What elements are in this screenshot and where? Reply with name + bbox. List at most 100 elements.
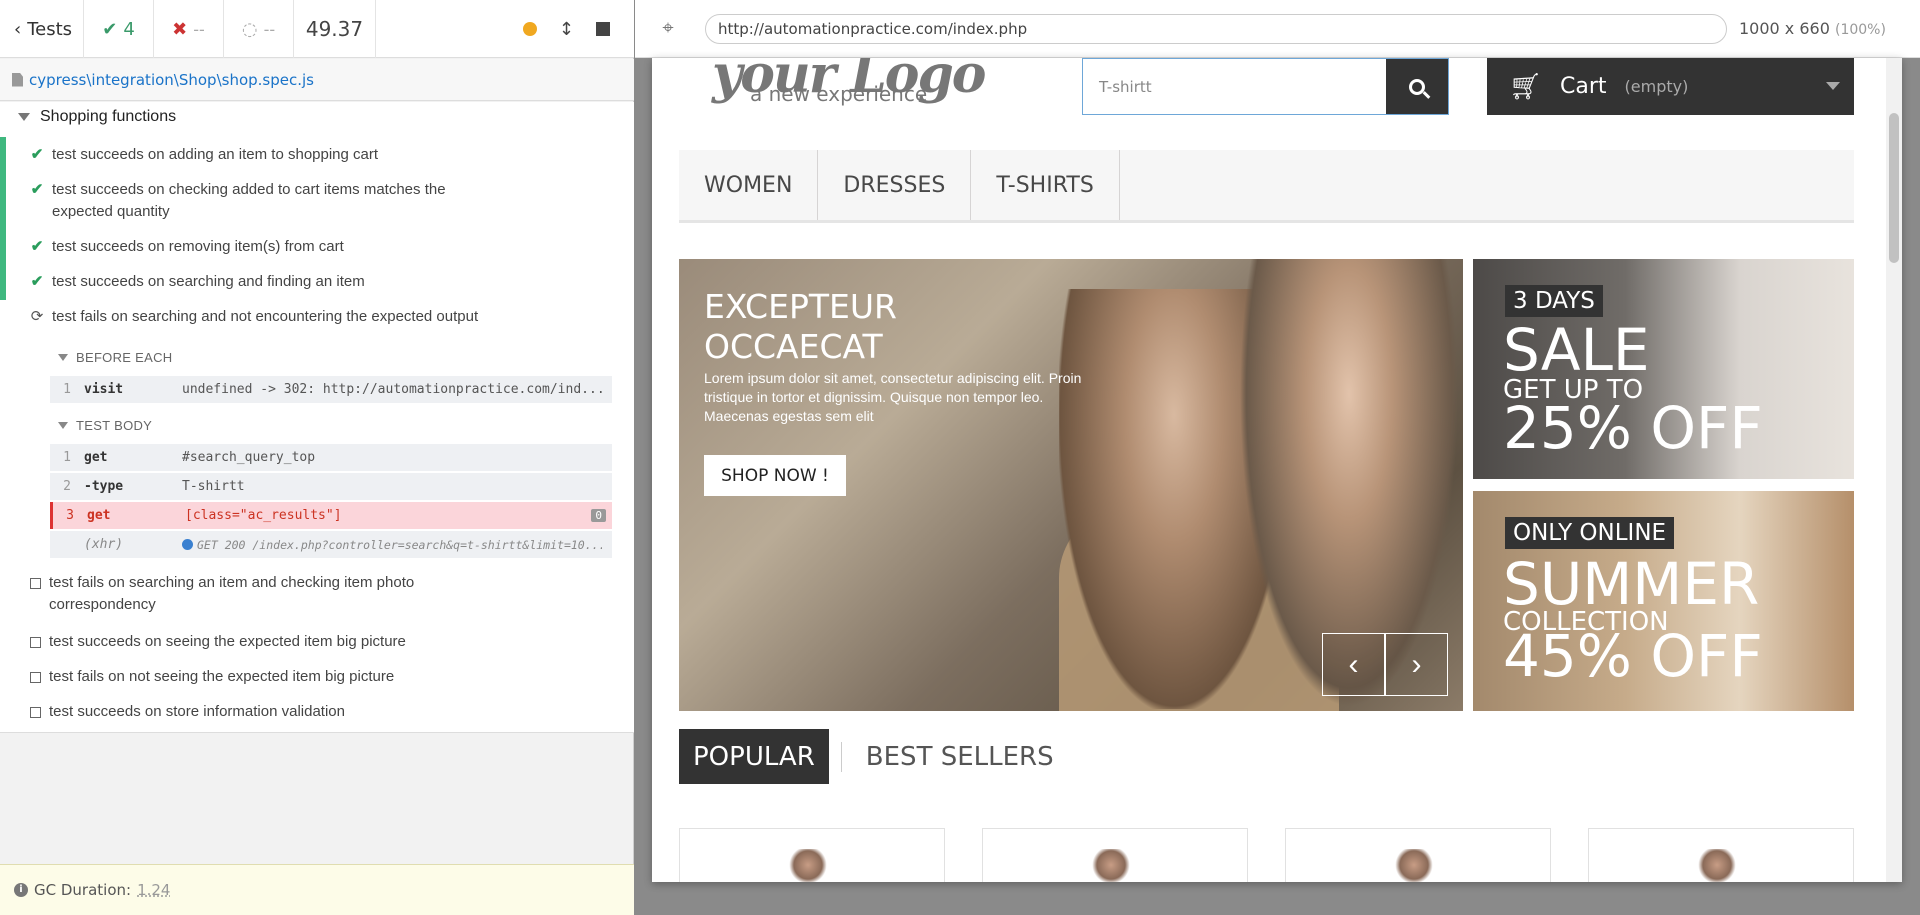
command-row[interactable]: 1 get #search_query_top: [50, 444, 612, 471]
test-item[interactable]: test succeeds on store information valid…: [30, 701, 345, 723]
checkbox-empty-icon: [30, 672, 41, 683]
viewport-size: 1000 x 660: [1739, 19, 1830, 38]
product-image: [1091, 849, 1131, 882]
product-image: [1697, 849, 1737, 882]
command-row[interactable]: 2 -type T-shirtt: [50, 473, 612, 500]
test-item-running[interactable]: ⟳ test fails on searching and not encoun…: [30, 306, 478, 328]
command-name: (xhr): [84, 537, 124, 552]
reporter-panel: ‹ Tests ✔ 4 ✖ -- ◌ -- 49.37 ↕ cypress\in…: [0, 0, 634, 915]
tab-popular[interactable]: POPULAR: [679, 729, 829, 784]
test-title: test succeeds on store information valid…: [49, 703, 345, 720]
refresh-icon: ⟳: [30, 308, 44, 325]
test-title: test fails on searching an item and chec…: [49, 572, 414, 616]
stop-button[interactable]: [596, 22, 610, 36]
sale-banner[interactable]: 3 DAYS SALE GET UP TO 25% OFF: [1473, 259, 1854, 479]
chevron-left-icon: ‹: [14, 18, 22, 40]
aut-header: ⌖ http://automationpractice.com/index.ph…: [635, 0, 1920, 58]
test-item[interactable]: ✔ test succeeds on searching and finding…: [30, 271, 365, 293]
slider-title-line: OCCAECAT: [704, 327, 883, 366]
elements-count-badge: 0: [591, 509, 606, 522]
autoscroll-toggle-icon[interactable]: ↕: [559, 19, 574, 40]
command-name: -type: [84, 479, 124, 494]
test-title-line: test fails on searching an item and chec…: [49, 574, 415, 591]
checkbox-empty-icon: [30, 637, 41, 648]
passed-count: ✔ 4: [84, 0, 154, 58]
slider-next-button[interactable]: ›: [1385, 633, 1448, 696]
viewport-info[interactable]: 1000 x 660 (100%): [1739, 19, 1886, 38]
product-image: [1394, 849, 1434, 882]
product-card[interactable]: [982, 828, 1248, 882]
menu-item-dresses[interactable]: DRESSES: [818, 150, 972, 220]
slider-title: EXCEPTEUR OCCAECAT: [704, 287, 1044, 367]
test-item[interactable]: test fails on searching an item and chec…: [30, 572, 414, 616]
test-item[interactable]: ✔ test succeeds on removing item(s) from…: [30, 236, 344, 258]
check-icon: ✔: [102, 18, 118, 40]
search-input[interactable]: T-shirtt: [1083, 59, 1386, 114]
selector-playground-icon[interactable]: ⌖: [653, 17, 683, 40]
test-item[interactable]: test fails on not seeing the expected it…: [30, 666, 394, 688]
x-icon: ✖: [172, 18, 188, 40]
hook-before-each[interactable]: BEFORE EACH: [58, 350, 172, 365]
command-row-xhr[interactable]: (xhr) GET 200 /index.php?controller=sear…: [50, 531, 612, 558]
command-row-failed[interactable]: 3 get [class="ac_results"] 0: [50, 502, 612, 529]
command-number: 1: [63, 450, 71, 465]
slider-text: Lorem ipsum dolor sit amet, consectetur …: [704, 370, 1082, 424]
test-item[interactable]: ✔ test succeeds on checking added to car…: [30, 179, 446, 223]
url-bar[interactable]: http://automationpractice.com/index.php: [705, 13, 1727, 44]
check-icon: ✔: [30, 181, 44, 198]
cart-label: Cart: [1560, 74, 1607, 99]
passed-value: 4: [123, 18, 135, 40]
scrollbar[interactable]: [1886, 58, 1902, 882]
tab-best-sellers[interactable]: BEST SELLERS: [866, 742, 1054, 772]
shop-now-button[interactable]: SHOP NOW !: [704, 455, 846, 496]
gc-label: GC Duration:: [34, 881, 132, 899]
scrollbar-thumb[interactable]: [1889, 113, 1899, 263]
main-menu: WOMEN DRESSES T-SHIRTS: [679, 150, 1854, 223]
shopping-cart-icon: 🛒︎: [1509, 71, 1543, 102]
slider-prev-button[interactable]: ‹: [1322, 633, 1385, 696]
check-icon: ✔: [30, 146, 44, 163]
homepage-slider: EXCEPTEUR OCCAECAT Lorem ipsum dolor sit…: [679, 259, 1463, 711]
gc-duration-bar: i GC Duration: 1.24: [0, 864, 634, 915]
command-row[interactable]: 1 visit undefined -> 302: http://automat…: [50, 376, 612, 403]
duration: 49.37: [294, 0, 376, 58]
caret-down-icon: [58, 422, 68, 429]
back-to-tests-button[interactable]: ‹ Tests: [0, 0, 84, 58]
hook-label: TEST BODY: [76, 418, 153, 433]
test-title-line: expected quantity: [52, 203, 170, 220]
search-button[interactable]: [1386, 59, 1448, 114]
xhr-message: GET 200 /index.php?controller=search&q=t…: [197, 537, 602, 552]
product-card[interactable]: [1285, 828, 1551, 882]
suite-title-label: Shopping functions: [40, 108, 177, 125]
test-item[interactable]: ✔ test succeeds on adding an item to sho…: [30, 144, 378, 166]
suite-title[interactable]: Shopping functions: [18, 108, 176, 126]
hook-label: BEFORE EACH: [76, 350, 173, 365]
product-card[interactable]: [1588, 828, 1854, 882]
checkbox-empty-icon: [30, 707, 41, 718]
banner-headline: SALE: [1503, 316, 1650, 384]
search-value: T-shirtt: [1099, 77, 1152, 96]
passed-tests-bar: [0, 137, 6, 300]
command-message: undefined -> 302: http://automationpract…: [182, 382, 602, 397]
banner-tag: 3 DAYS: [1505, 285, 1603, 317]
back-label: Tests: [27, 18, 73, 40]
spec-path[interactable]: cypress\integration\Shop\shop.spec.js: [0, 59, 634, 101]
command-message: T-shirtt: [182, 479, 245, 494]
command-number: 3: [66, 508, 74, 523]
menu-item-women[interactable]: WOMEN: [679, 150, 819, 220]
product-card[interactable]: [679, 828, 945, 882]
circle-notch-icon: ◌: [241, 18, 258, 40]
test-item[interactable]: test succeeds on seeing the expected ite…: [30, 631, 406, 653]
tab-divider: [840, 741, 842, 772]
command-name: get: [84, 450, 108, 465]
test-title: test succeeds on adding an item to shopp…: [52, 146, 379, 163]
pending-count: ◌ --: [224, 0, 294, 58]
caret-down-icon: [1826, 82, 1840, 90]
banner-tag: ONLY ONLINE: [1505, 517, 1675, 549]
cart-button[interactable]: 🛒︎ Cart (empty): [1487, 58, 1854, 115]
summer-banner[interactable]: ONLY ONLINE SUMMER COLLECTION 45% OFF: [1473, 491, 1854, 711]
hook-test-body[interactable]: TEST BODY: [58, 418, 152, 433]
caret-down-icon: [18, 113, 30, 121]
gc-value[interactable]: 1.24: [137, 881, 170, 899]
menu-item-tshirts[interactable]: T-SHIRTS: [971, 150, 1120, 220]
